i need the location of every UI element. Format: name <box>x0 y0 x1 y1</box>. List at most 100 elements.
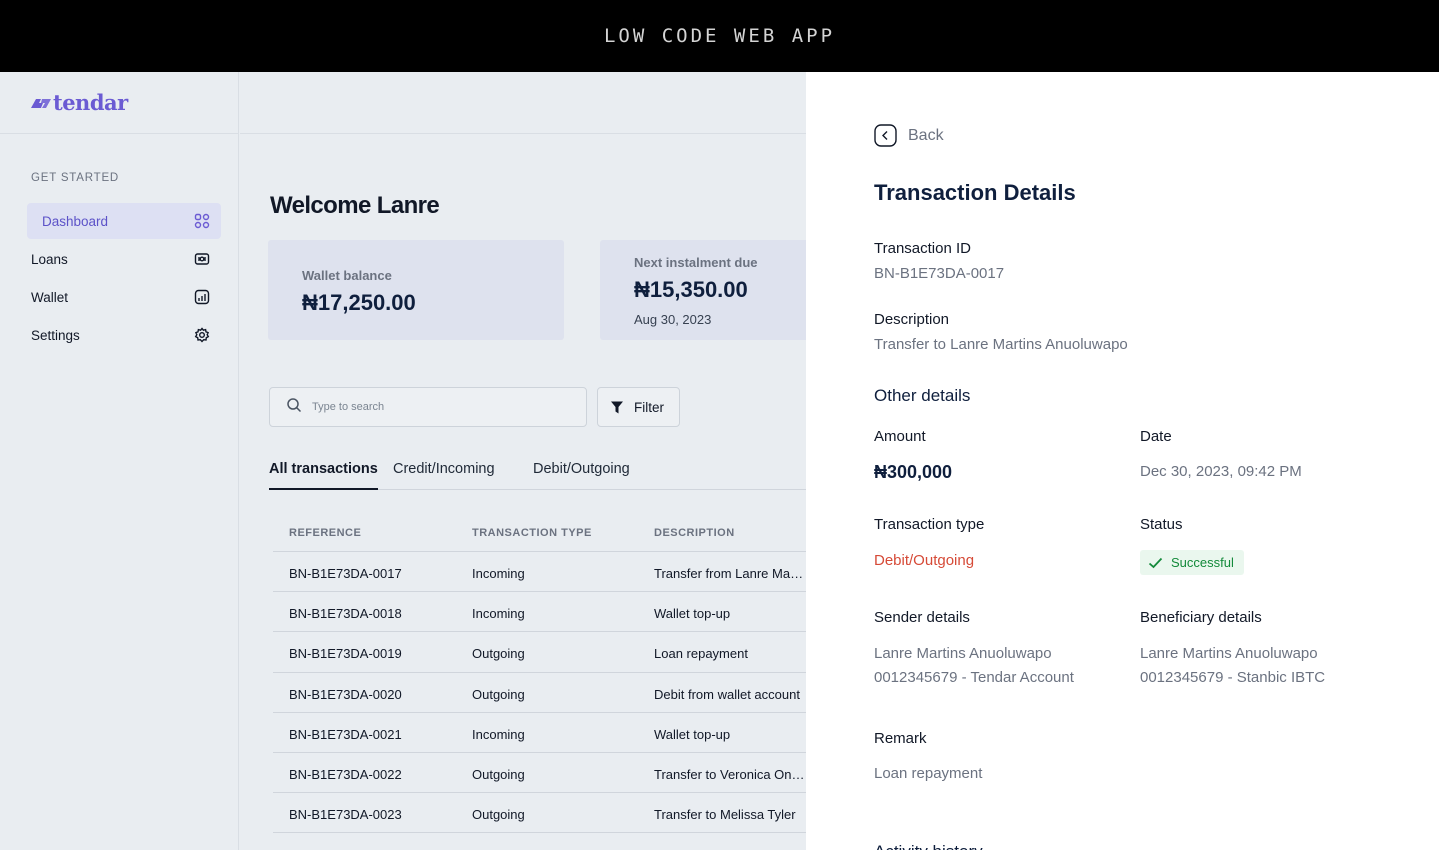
cell-type: Incoming <box>472 606 525 622</box>
cell-reference: BN-B1E73DA-0019 <box>289 646 402 662</box>
cell-type: Incoming <box>472 566 525 581</box>
grid-icon <box>193 213 210 230</box>
tab-credit-incoming[interactable]: Credit/Incoming <box>393 461 495 490</box>
logo-row: tendar <box>0 72 238 134</box>
cell-type: Outgoing <box>472 807 525 823</box>
column-header-description: DESCRIPTION <box>654 527 735 539</box>
sidebar-item-settings[interactable]: Settings <box>27 317 221 353</box>
transaction-tabs: All transactions Credit/Incoming Debit/O… <box>269 457 806 490</box>
chevron-left-icon <box>874 124 897 147</box>
table-row[interactable]: BN-B1E73DA-0021 Incoming Wallet top-up <box>273 713 806 753</box>
back-label: Back <box>908 126 944 144</box>
sender-details-label: Sender details <box>874 609 970 626</box>
date-label: Date <box>1140 428 1172 445</box>
wallet-balance-card: Wallet balance ₦17,250.00 <box>268 240 564 340</box>
sidebar-item-label: Wallet <box>31 289 69 305</box>
remark-label: Remark <box>874 730 927 747</box>
check-icon <box>1148 557 1163 568</box>
sidebar-item-label: Settings <box>31 327 80 343</box>
amount-value: ₦300,000 <box>874 462 953 482</box>
remark-value: Loan repayment <box>874 765 983 782</box>
cell-type: Outgoing <box>472 766 525 782</box>
transactions-table: REFERENCE TRANSACTION TYPE DESCRIPTION B… <box>273 512 806 834</box>
cell-description: Wallet top-up <box>654 726 731 742</box>
status-value: Successful <box>1171 555 1234 570</box>
top-banner: LOW CODE WEB APP <box>0 0 1439 72</box>
table-row[interactable]: BN-B1E73DA-0023 Outgoing Transfer to Mel… <box>273 793 806 834</box>
other-details-title: Other details <box>874 386 971 405</box>
next-instalment-label: Next instalment due <box>634 255 758 270</box>
chart-box-icon <box>193 289 210 306</box>
table-row[interactable]: BN-B1E73DA-0018 Incoming Wallet top-up <box>273 592 806 633</box>
status-label: Status <box>1140 516 1183 533</box>
cell-type: Outgoing <box>472 646 525 662</box>
cell-description: Debit from wallet account <box>654 686 800 702</box>
cell-description: Transfer from Lanre Martins Anuoluwapo <box>654 566 806 581</box>
next-instalment-date: Aug 30, 2023 <box>634 312 712 327</box>
sender-name: Lanre Martins Anuoluwapo <box>874 645 1052 662</box>
sidebar-item-dashboard[interactable]: Dashboard <box>27 203 221 239</box>
next-instalment-card: Next instalment due ₦15,350.00 Aug 30, 2… <box>600 240 806 340</box>
cell-description: Transfer to Veronica Onyekachi <box>654 766 806 782</box>
cell-type: Incoming <box>472 726 525 742</box>
transaction-id-value: BN-B1E73DA-0017 <box>874 265 1005 282</box>
cell-reference: BN-B1E73DA-0022 <box>289 766 402 782</box>
brand-name: tendar <box>53 90 128 115</box>
search-box[interactable] <box>269 387 587 427</box>
transaction-id-label: Transaction ID <box>874 240 971 257</box>
table-row[interactable]: BN-B1E73DA-0019 Outgoing Loan repayment <box>273 632 806 673</box>
next-instalment-value: ₦15,350.00 <box>634 277 748 302</box>
gear-icon <box>193 327 210 344</box>
beneficiary-details-label: Beneficiary details <box>1140 609 1262 626</box>
wallet-balance-value: ₦17,250.00 <box>302 290 416 315</box>
brand-mark-icon <box>31 98 51 108</box>
cell-reference: BN-B1E73DA-0018 <box>289 606 402 622</box>
page-title: Welcome Lanre <box>270 192 440 219</box>
sidebar: tendar GET STARTED Dashboard Loans Walle… <box>0 72 239 850</box>
cell-reference: BN-B1E73DA-0020 <box>289 686 402 702</box>
cell-reference: BN-B1E73DA-0021 <box>289 726 402 742</box>
panel-title: Transaction Details <box>874 180 1076 205</box>
search-input[interactable] <box>312 401 572 413</box>
tab-all-transactions[interactable]: All transactions <box>269 461 378 490</box>
wallet-balance-label: Wallet balance <box>302 268 392 283</box>
table-row[interactable]: BN-B1E73DA-0017 Incoming Transfer from L… <box>273 552 806 593</box>
table-header: REFERENCE TRANSACTION TYPE DESCRIPTION <box>273 512 806 552</box>
search-icon <box>286 397 302 418</box>
sidebar-item-loans[interactable]: Loans <box>27 241 221 277</box>
column-header-transaction-type: TRANSACTION TYPE <box>472 527 592 539</box>
activity-history-title: Activity history <box>874 842 983 850</box>
sidebar-nav: Dashboard Loans Wallet Settings <box>27 203 221 355</box>
loan-icon <box>193 251 210 268</box>
transaction-details-panel: Back Transaction Details Transaction ID … <box>806 72 1439 850</box>
sidebar-item-label: Loans <box>31 251 68 267</box>
cell-description: Wallet top-up <box>654 606 731 622</box>
brand-logo[interactable]: tendar <box>28 90 128 115</box>
filter-icon <box>611 401 623 413</box>
cell-description: Transfer to Melissa Tyler <box>654 807 796 823</box>
back-button[interactable]: Back <box>874 124 944 147</box>
transaction-type-label: Transaction type <box>874 516 985 533</box>
table-row[interactable]: BN-B1E73DA-0022 Outgoing Transfer to Ver… <box>273 753 806 794</box>
section-label: GET STARTED <box>31 172 120 184</box>
description-label: Description <box>874 311 950 328</box>
sidebar-item-wallet[interactable]: Wallet <box>27 279 221 315</box>
tab-debit-outgoing[interactable]: Debit/Outgoing <box>533 461 630 490</box>
main-content: Welcome Lanre Wallet balance ₦17,250.00 … <box>240 72 806 850</box>
table-row[interactable]: BN-B1E73DA-0020 Outgoing Debit from wall… <box>273 673 806 713</box>
filter-label: Filter <box>634 399 664 415</box>
sender-account: 0012345679 - Tendar Account <box>874 669 1074 686</box>
cell-description: Loan repayment <box>654 646 748 662</box>
banner-title: LOW CODE WEB APP <box>603 25 836 47</box>
amount-label: Amount <box>874 428 926 445</box>
date-value: Dec 30, 2023, 09:42 PM <box>1140 463 1302 480</box>
description-value: Transfer to Lanre Martins Anuoluwapo <box>874 336 1128 353</box>
filter-button[interactable]: Filter <box>597 387 680 427</box>
transaction-type-value: Debit/Outgoing <box>874 552 975 569</box>
beneficiary-account: 0012345679 - Stanbic IBTC <box>1140 669 1326 686</box>
sidebar-item-label: Dashboard <box>42 213 109 229</box>
cell-reference: BN-B1E73DA-0017 <box>289 566 402 581</box>
status-badge: Successful <box>1140 550 1244 575</box>
cell-type: Outgoing <box>472 686 525 702</box>
beneficiary-name: Lanre Martins Anuoluwapo <box>1140 645 1318 662</box>
